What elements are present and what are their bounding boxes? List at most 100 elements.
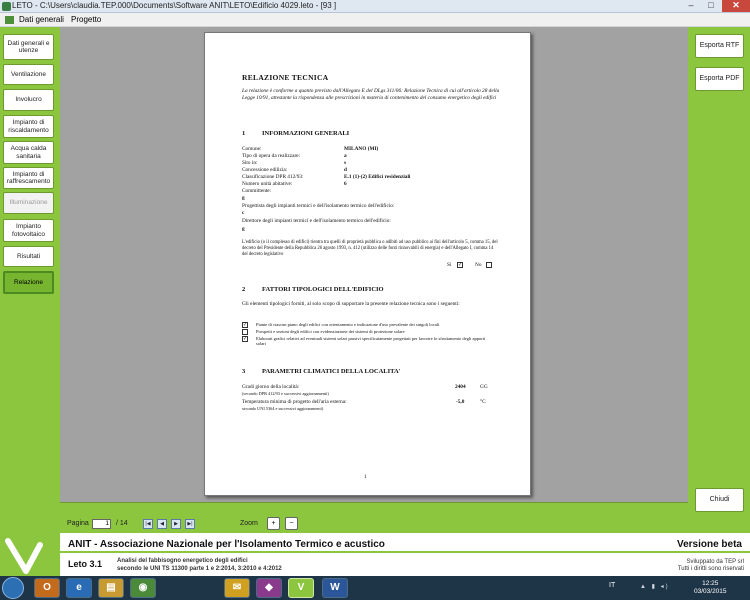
chiudi-button[interactable]: Chiudi — [695, 488, 744, 512]
field-unita-label: Numero unità abitative: — [242, 181, 293, 187]
si-label: Si — [447, 262, 452, 268]
temp-minima-unit: °C — [480, 399, 486, 405]
title-bar: LETO - C:\Users\claudia.TEP.000\Document… — [0, 0, 750, 13]
anit-logo — [0, 533, 60, 577]
taskbar-app-icon[interactable]: ◉ — [130, 578, 156, 598]
prev-page-button[interactable]: ◀ — [157, 519, 167, 529]
checklist-text: Prospetti e sezioni degli edifici con ev… — [256, 329, 405, 334]
page-number-input[interactable]: 1 — [92, 519, 111, 529]
nav-ventilazione[interactable]: Ventilazione — [3, 64, 54, 85]
field-progettista-label: Progettista degli impianti termici e del… — [242, 203, 395, 209]
report-page: RELAZIONE TECNICA La relazione è conform… — [204, 32, 531, 496]
last-page-button[interactable]: ▶| — [185, 519, 195, 529]
page-total: / 14 — [116, 520, 128, 527]
nav-acqua-calda-sanitaria[interactable]: Acqua calda sanitaria — [3, 141, 54, 164]
gradi-giorno-note: (secondo DPR 412/93 e successivi aggiorn… — [242, 391, 329, 396]
right-action-panel: Esporta RTF Esporta PDF Chiudi — [688, 27, 750, 532]
taskbar-leto-icon[interactable]: V — [288, 578, 314, 598]
checklist-item: Prospetti e sezioni degli edifici con ev… — [242, 329, 492, 335]
nav-impianto-riscaldamento[interactable]: Impianto di riscaldamento — [3, 115, 54, 138]
section-3-title: PARAMETRI CLIMATICI DELLA LOCALITA' — [262, 368, 401, 375]
start-button-icon[interactable] — [2, 577, 24, 599]
field-committente-value: g — [242, 195, 245, 201]
field-comune-label: Comune: — [242, 146, 262, 152]
menu-progetto[interactable]: Progetto — [71, 15, 101, 24]
section-1-number: 1 — [242, 130, 246, 137]
field-classificazione-label: Classificazione DPR 412/93: — [242, 174, 304, 180]
zoom-out-button[interactable]: − — [285, 517, 298, 530]
zoom-label: Zoom — [240, 520, 258, 527]
si-checkbox: ✓ — [457, 262, 463, 268]
report-intro: La relazione è conforme a quanto previst… — [242, 88, 500, 101]
field-comune-value: MILANO (MI) — [344, 146, 379, 152]
field-direttore-label: Direttore degli impianti termici e dell'… — [242, 218, 391, 224]
language-indicator[interactable]: IT — [609, 582, 615, 589]
gradi-giorno-label: Gradi giorno della località: — [242, 384, 300, 390]
field-sito-label: Sito in: — [242, 160, 258, 166]
field-sito-value: s — [344, 160, 347, 166]
app-description: Analisi del fabbisogno energetico degli … — [117, 557, 282, 573]
maximize-button[interactable]: □ — [701, 0, 721, 12]
window-title: LETO - C:\Users\claudia.TEP.000\Document… — [12, 1, 337, 10]
organization-name: ANIT - Associazione Nazionale per l'Isol… — [68, 539, 385, 550]
field-committente-label: Committente: — [242, 188, 272, 194]
section-2-number: 2 — [242, 286, 246, 293]
clock-time: 12:25 — [702, 580, 719, 587]
windows-taskbar: O e ▤ ◉ ✉ ◆ V W IT ▲ ▮ ◂) 12:25 03/03/20… — [0, 576, 750, 600]
zoom-in-button[interactable]: + — [267, 517, 280, 530]
taskbar-clock[interactable]: 12:25 03/03/2015 — [694, 580, 727, 596]
close-window-button[interactable]: ✕ — [722, 0, 750, 12]
page-number: 1 — [364, 474, 367, 480]
report-preview-area[interactable]: RELAZIONE TECNICA La relazione è conform… — [60, 27, 688, 502]
gradi-giorno-unit: GG — [480, 384, 488, 390]
public-building-text: L'edificio (o il complesso di edifici) r… — [242, 240, 498, 257]
field-concessione-value: d — [344, 167, 347, 173]
developer-line-1: Sviluppato da TEP srl — [686, 559, 744, 565]
field-progettista-value: c — [242, 210, 245, 216]
field-concessione-label: Concessione edilizia: — [242, 167, 288, 173]
menu-app-icon — [5, 16, 14, 24]
nav-risultati[interactable]: Risultati — [3, 246, 54, 267]
export-rtf-button[interactable]: Esporta RTF — [695, 34, 744, 58]
menu-bar: Dati generali Progetto — [0, 13, 750, 27]
nav-dati-generali[interactable]: Dati generali e utenze — [3, 34, 54, 60]
pagina-label: Pagina — [67, 520, 89, 527]
no-label: No — [475, 262, 482, 268]
version-beta-label: Versione beta — [676, 539, 742, 550]
nav-impianto-fotovoltaico[interactable]: Impianto fotovoltaico — [3, 219, 54, 242]
nav-illuminazione[interactable]: Illuminazione — [3, 192, 54, 214]
checklist-item: ✓ Piante di ciascun piano degli edifici … — [242, 322, 492, 328]
checklist-item: ✓ Elaborati grafici relativi ad eventual… — [242, 336, 492, 346]
left-nav-panel: Dati generali e utenze Ventilazione Invo… — [0, 27, 60, 532]
minimize-button[interactable]: – — [681, 0, 701, 12]
leto-window: LETO - C:\Users\claudia.TEP.000\Document… — [0, 0, 750, 600]
report-title: RELAZIONE TECNICA — [242, 73, 329, 82]
next-page-button[interactable]: ▶ — [171, 519, 181, 529]
checklist-text: Elaborati grafici relativi ad eventuali … — [256, 336, 486, 346]
footer-header: ANIT - Associazione Nazionale per l'Isol… — [60, 539, 750, 553]
nav-relazione[interactable]: Relazione — [3, 271, 54, 294]
footer: ANIT - Associazione Nazionale per l'Isol… — [0, 532, 750, 577]
field-tipo-label: Tipo di opera da realizzare: — [242, 153, 301, 159]
leto-app-icon — [2, 2, 11, 11]
app-version: Leto 3.1 — [68, 559, 103, 569]
taskbar-explorer-icon[interactable]: ▤ — [98, 578, 124, 598]
clock-date: 03/03/2015 — [694, 588, 727, 595]
developer-line-2: Tutti i diritti sono riservati — [677, 566, 744, 572]
nav-impianto-raffrescamento[interactable]: Impianto di raffrescamento — [3, 167, 54, 189]
taskbar-word-icon[interactable]: W — [322, 578, 348, 598]
section-3-number: 3 — [242, 368, 246, 375]
taskbar-ie-icon[interactable]: e — [66, 578, 92, 598]
taskbar-outlook-icon[interactable]: O — [34, 578, 60, 598]
taskbar-mail-icon[interactable]: ✉ — [224, 578, 250, 598]
checklist-checkbox: ✓ — [242, 322, 248, 328]
app-description-line-1: Analisi del fabbisogno energetico degli … — [117, 558, 248, 564]
export-pdf-button[interactable]: Esporta PDF — [695, 67, 744, 91]
system-tray-icons[interactable]: ▲ ▮ ◂) — [640, 583, 680, 592]
menu-dati-generali[interactable]: Dati generali — [19, 15, 64, 24]
gradi-giorno-value: 2404 — [455, 384, 466, 390]
nav-involucro[interactable]: Involucro — [3, 89, 54, 111]
no-checkbox — [486, 262, 492, 268]
taskbar-app2-icon[interactable]: ◆ — [256, 578, 282, 598]
first-page-button[interactable]: |◀ — [143, 519, 153, 529]
